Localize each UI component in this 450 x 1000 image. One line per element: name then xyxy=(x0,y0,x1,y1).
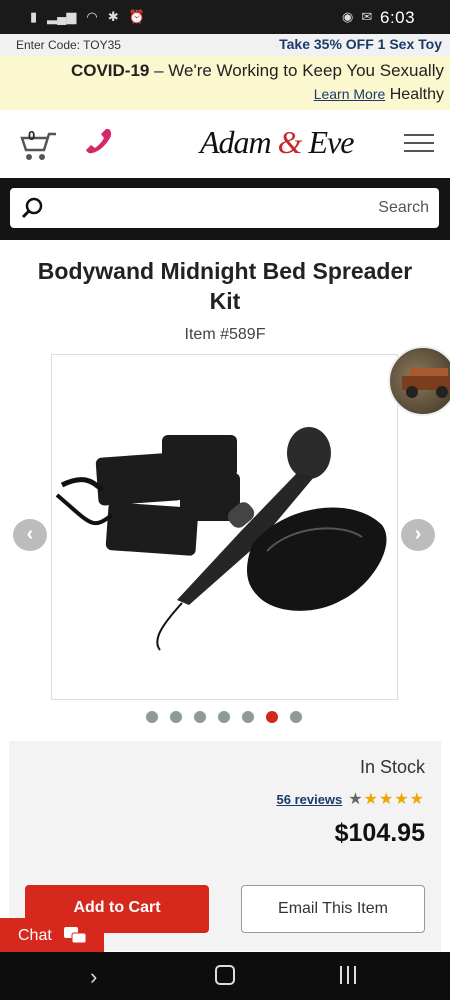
hamburger-menu-icon[interactable] xyxy=(404,134,434,154)
promo-offer[interactable]: Take 35% OFF 1 Sex Toy xyxy=(279,36,442,52)
messenger-icon: ◉ xyxy=(342,9,354,24)
pagination-dot[interactable] xyxy=(146,711,158,723)
thumbnail-video[interactable] xyxy=(388,346,450,416)
cart-count-badge: 0 xyxy=(28,128,36,143)
rating-row: 56 reviews ★★★★★ xyxy=(277,789,426,809)
star-icon: ★ xyxy=(409,791,425,808)
wifi-icon: ◠ xyxy=(86,9,98,24)
phone-icon[interactable] xyxy=(84,126,114,156)
status-icons: ▮ ▂▄▆ ◠ ✱ ⏰ xyxy=(30,9,145,25)
battery-icon: ▮ xyxy=(30,9,38,24)
email-item-button[interactable]: Email This Item xyxy=(241,885,425,933)
search-placeholder: Search xyxy=(378,199,429,216)
covid-line-2: Learn More Healthy xyxy=(314,86,444,104)
home-icon[interactable] xyxy=(215,965,235,985)
star-icon: ★ xyxy=(378,791,395,808)
image-pagination xyxy=(146,711,302,723)
promo-code: Enter Code: TOY35 xyxy=(16,38,121,52)
promo-banner[interactable]: Enter Code: TOY35 Take 35% OFF 1 Sex Toy xyxy=(0,34,450,56)
product-photo xyxy=(55,427,387,651)
next-image-button[interactable]: › xyxy=(401,519,435,551)
mail-icon: ✉ xyxy=(361,9,373,24)
product-price: $104.95 xyxy=(334,819,425,847)
covid-line-1: COVID-19 – We're Working to Keep You Sex… xyxy=(71,61,444,81)
stock-status: In Stock xyxy=(359,757,425,777)
alarm-icon: ⏰ xyxy=(128,9,145,24)
search-icon[interactable] xyxy=(20,196,44,220)
cart-icon[interactable] xyxy=(18,126,58,162)
chat-button[interactable]: Chat xyxy=(0,918,104,952)
search-input[interactable]: Search xyxy=(10,188,439,228)
back-icon[interactable]: › xyxy=(90,964,97,990)
covid-label: COVID-19 xyxy=(70,61,150,80)
site-header: Adam & Eve xyxy=(0,110,450,178)
covid-message-2: Healthy xyxy=(389,86,444,103)
pagination-dot[interactable] xyxy=(170,711,182,723)
logo-text-b: Eve xyxy=(301,124,355,160)
star-icon: ★ xyxy=(348,791,364,808)
product-title: Bodywand Midnight Bed Spreader Kit xyxy=(37,258,413,314)
star-icon: ★ xyxy=(363,791,379,808)
pagination-dot[interactable] xyxy=(218,711,230,723)
star-rating: ★★★★★ xyxy=(348,789,425,809)
notification-icons: ◉ ✉ xyxy=(342,9,372,25)
pagination-dot[interactable] xyxy=(290,711,302,723)
logo-text-a: Adam xyxy=(200,124,278,160)
chat-label: Chat xyxy=(18,927,52,944)
pagination-dot[interactable] xyxy=(266,711,278,723)
bluetooth-icon: ✱ xyxy=(107,9,119,24)
system-nav-bar: › xyxy=(0,952,450,1000)
learn-more-link[interactable]: Learn More xyxy=(314,86,386,102)
clock: 6:03 xyxy=(380,8,416,27)
status-bar: ▮ ▂▄▆ ◠ ✱ ⏰ ◉ ✉ 6:03 xyxy=(0,0,450,34)
logo-ampersand: & xyxy=(277,124,303,160)
recent-apps-icon[interactable] xyxy=(340,966,362,986)
previous-image-button[interactable]: ‹ xyxy=(13,519,47,551)
covid-message: – We're Working to Keep You Sexually xyxy=(149,61,444,80)
product-image[interactable] xyxy=(51,354,398,700)
signal-icon: ▂▄▆ xyxy=(47,9,77,24)
covid-banner: COVID-19 – We're Working to Keep You Sex… xyxy=(0,56,450,110)
chat-bubble-icon xyxy=(64,927,86,944)
pagination-dot[interactable] xyxy=(194,711,206,723)
reviews-link[interactable]: 56 reviews xyxy=(277,792,343,807)
site-logo[interactable]: Adam & Eve xyxy=(200,124,354,161)
star-icon: ★ xyxy=(394,791,410,808)
pagination-dot[interactable] xyxy=(242,711,254,723)
item-number: Item #589F xyxy=(184,326,266,343)
search-bar: Search xyxy=(0,178,450,240)
truck-thumbnail-icon xyxy=(402,368,450,398)
